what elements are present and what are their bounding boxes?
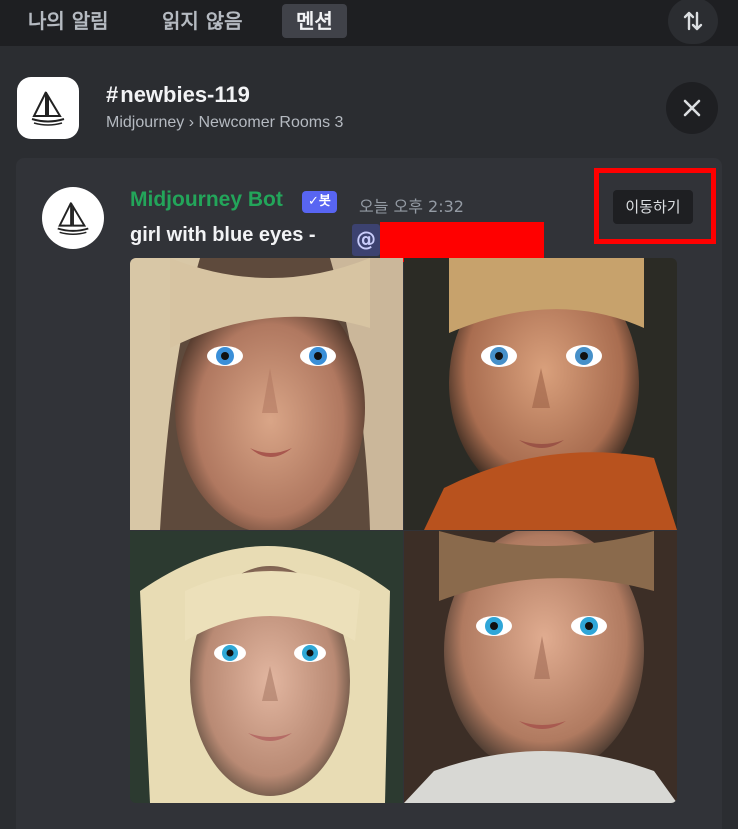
generated-image-2[interactable] <box>404 258 677 530</box>
tab-my-notifications[interactable]: 나의 알림 <box>28 4 109 38</box>
author-avatar[interactable] <box>42 187 104 249</box>
tab-mentions[interactable]: 멘션 <box>282 4 347 38</box>
jump-button[interactable]: 이동하기 <box>613 190 693 224</box>
channel-breadcrumb: Midjourney › Newcomer Rooms 3 <box>106 114 344 131</box>
sort-arrows-icon <box>683 11 703 31</box>
message-timestamp: 오늘 오후 2:32 <box>359 197 464 216</box>
image-grid[interactable] <box>130 258 677 803</box>
close-icon <box>683 99 701 117</box>
author-name[interactable]: Midjourney Bot <box>130 188 283 212</box>
sailboat-logo-icon <box>31 91 65 126</box>
channel-hash-icon: # <box>106 82 119 107</box>
channel-avatar[interactable] <box>17 77 79 139</box>
close-button[interactable] <box>666 82 718 134</box>
generated-image-1[interactable] <box>130 258 403 530</box>
redaction-box <box>380 222 544 262</box>
tab-unread[interactable]: 읽지 않음 <box>162 4 243 38</box>
sort-button[interactable] <box>668 0 718 44</box>
sailboat-logo-icon <box>57 202 89 235</box>
generated-image-4[interactable] <box>404 531 677 803</box>
notification-tabs-bar: 나의 알림 읽지 않음 멘션 <box>0 0 738 46</box>
user-mention[interactable]: @ <box>352 224 380 256</box>
channel-name: newbies-119 <box>120 82 250 107</box>
bot-badge: ✓봇 <box>302 191 337 213</box>
message-content: girl with blue eyes - <box>130 224 316 246</box>
generated-image-3[interactable] <box>130 531 403 803</box>
channel-title[interactable]: #newbies-119 <box>106 82 250 108</box>
